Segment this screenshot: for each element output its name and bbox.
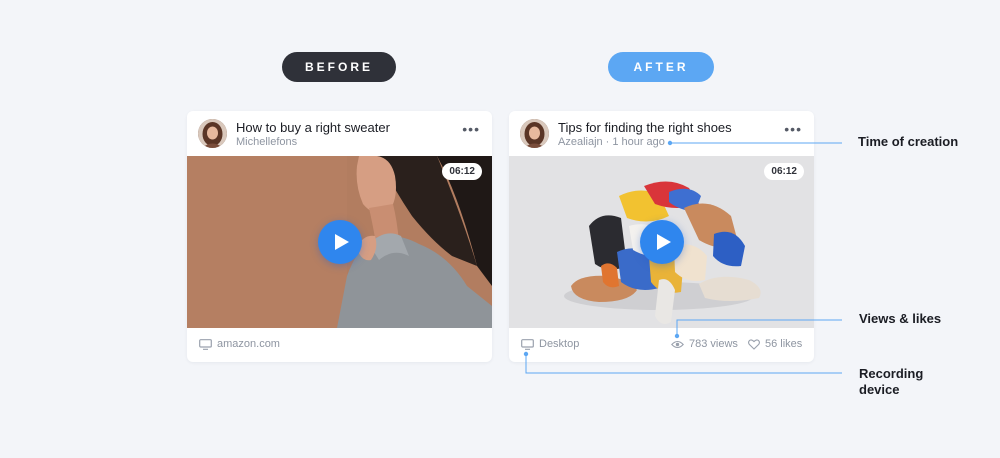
annotation-line-1: Recording: [859, 366, 924, 381]
time-of-creation-annotation: Time of creation: [858, 134, 959, 149]
recording-device-annotation: Recording device: [859, 366, 923, 398]
annotation-line-2: device: [859, 382, 900, 397]
views-likes-annotation: Views & likes: [859, 311, 942, 326]
annotation-lines: [523, 140, 842, 374]
